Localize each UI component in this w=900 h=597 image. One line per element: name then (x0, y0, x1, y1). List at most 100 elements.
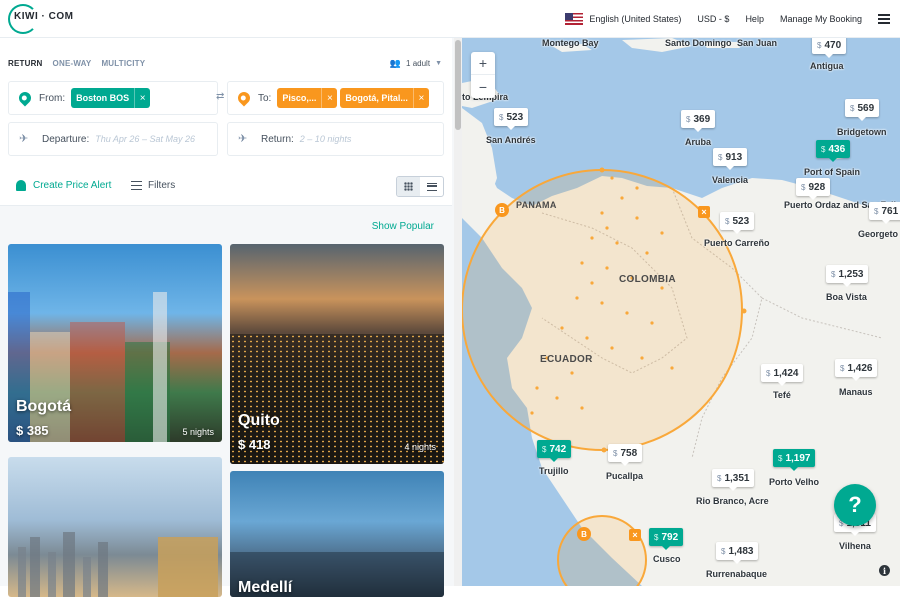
passengers-selector[interactable]: 👥 1 adult ▼ (390, 58, 442, 69)
to-field[interactable]: To: Pisco,... × Bogotá, Pital... × (227, 81, 444, 115)
price-badge[interactable]: $792 (649, 528, 684, 550)
grid-view-button[interactable] (397, 177, 420, 196)
price-badge[interactable]: $761 (869, 202, 900, 224)
scrollbar-thumb[interactable] (455, 40, 461, 130)
destination-card-bogota[interactable]: Bogotá $ 385 5 nights (8, 244, 222, 442)
departure-field[interactable]: ✈ Departure: Thu Apr 26 – Sat May 26 (8, 122, 218, 156)
passengers-label: 1 adult (406, 59, 431, 68)
place-label: Tefé (773, 390, 791, 400)
place-label: Vilhena (839, 541, 871, 551)
card-city: Quito (238, 412, 280, 429)
destination-marker[interactable]: × (698, 206, 710, 218)
from-chip[interactable]: Boston BOS × (71, 88, 151, 108)
country-label: COLOMBIA (619, 274, 676, 285)
price-badge[interactable]: $569 (845, 99, 880, 121)
place-label: Aruba (685, 137, 712, 147)
price-badge[interactable]: $523 (494, 108, 529, 130)
place-label: Antigua (810, 61, 844, 71)
destination-marker[interactable]: × (629, 529, 641, 541)
place-label: Rurrenabaque (706, 569, 768, 579)
price-badge[interactable]: $1,197 (773, 449, 816, 471)
card-city: Medellí (238, 579, 293, 596)
place-label: San Andrés (486, 135, 536, 145)
price-badge[interactable]: $369 (681, 110, 716, 132)
from-label: From: (39, 92, 66, 104)
results-panel: RETURN ONE-WAY MULTICITY 👥 1 adult ▼ Fro… (0, 38, 462, 597)
place-label: Porto Velho (769, 477, 820, 487)
remove-from-chip-icon[interactable]: × (134, 88, 150, 108)
card-price: $ 418 (238, 437, 271, 452)
place-label: Santo Domingo (665, 38, 732, 48)
place-label: Manaus (839, 387, 873, 397)
place-label: San Juan (737, 38, 778, 48)
create-price-alert-button[interactable]: Create Price Alert (16, 180, 111, 191)
tab-return[interactable]: RETURN (8, 59, 43, 68)
tab-multicity[interactable]: MULTICITY (101, 59, 145, 68)
return-value: 2 – 10 nights (299, 134, 352, 144)
tab-one-way[interactable]: ONE-WAY (53, 59, 92, 68)
card-nights: 5 nights (182, 427, 214, 437)
price-badge[interactable]: $1,426 (835, 359, 878, 381)
place-label: Puerto Carreño (704, 238, 770, 248)
origin-marker[interactable]: B (577, 527, 591, 541)
zoom-in-button[interactable]: + (471, 52, 495, 75)
currency-selector[interactable]: USD - $ (697, 14, 729, 24)
results-scrollbar[interactable] (454, 38, 462, 586)
origin-pin-icon (16, 89, 34, 107)
price-badge[interactable]: $1,253 (826, 265, 869, 287)
destination-card-quito[interactable]: Quito $ 418 4 nights (230, 244, 444, 464)
return-label: Return: (261, 133, 294, 145)
place-label: Pucallpa (606, 471, 644, 481)
bell-icon (16, 180, 26, 191)
help-link[interactable]: Help (745, 14, 764, 24)
departure-plane-icon: ✈ (19, 133, 29, 145)
price-alert-label: Create Price Alert (33, 180, 112, 191)
zoom-out-button[interactable]: − (471, 75, 495, 98)
us-flag-icon (565, 13, 584, 25)
origin-marker[interactable]: B (495, 203, 509, 217)
search-form: RETURN ONE-WAY MULTICITY 👥 1 adult ▼ Fro… (0, 38, 452, 206)
price-badge[interactable]: $758 (608, 444, 643, 466)
help-button[interactable]: ? (834, 484, 876, 526)
place-label: Valencia (712, 175, 749, 185)
departure-value: Thu Apr 26 – Sat May 26 (95, 134, 195, 144)
to-chip[interactable]: Pisco,... × (277, 88, 338, 108)
destination-card-medellin[interactable]: Medellí (230, 471, 444, 597)
swap-icon[interactable]: ⇄ (216, 91, 224, 102)
info-icon[interactable]: i (879, 565, 890, 576)
header-nav: English (United States) USD - $ Help Man… (549, 0, 890, 38)
departure-label: Departure: (42, 133, 90, 145)
menu-button[interactable] (878, 14, 890, 24)
logo[interactable]: KIWI · COM (14, 11, 73, 22)
show-popular-link[interactable]: Show Popular (372, 221, 434, 232)
place-label: Boa Vista (826, 292, 867, 302)
country-label: ECUADOR (540, 354, 593, 365)
filters-button[interactable]: Filters (131, 180, 175, 191)
remove-to-chip-icon[interactable]: × (321, 88, 337, 108)
place-label: Cusco (653, 554, 681, 564)
price-badge[interactable]: $742 (537, 440, 572, 462)
to-chip[interactable]: Bogotá, Pital... × (340, 88, 429, 108)
return-field[interactable]: ✈ Return: 2 – 10 nights (227, 122, 444, 156)
price-badge[interactable]: $928 (796, 178, 831, 200)
from-field[interactable]: From: Boston BOS × (8, 81, 218, 115)
language-selector[interactable]: English (United States) (565, 13, 681, 25)
price-badge[interactable]: $1,424 (761, 364, 804, 386)
card-nights: 4 nights (404, 442, 436, 452)
from-chip-label: Boston BOS (76, 93, 130, 103)
price-badge[interactable]: $523 (720, 212, 755, 234)
manage-booking-link[interactable]: Manage My Booking (780, 14, 862, 24)
price-badge[interactable]: $470 (812, 38, 847, 58)
list-view-button[interactable] (420, 177, 443, 196)
price-badge[interactable]: $913 (713, 148, 748, 170)
remove-to-chip-icon[interactable]: × (412, 88, 429, 108)
trip-type-tabs: RETURN ONE-WAY MULTICITY (8, 59, 155, 68)
price-badge[interactable]: $1,483 (716, 542, 759, 564)
hamburger-icon (878, 14, 890, 24)
place-label: Georgeto (858, 229, 899, 239)
zoom-controls: + − (471, 52, 495, 98)
destination-card[interactable] (8, 457, 222, 597)
price-badge[interactable]: $436 (816, 140, 851, 162)
price-badge[interactable]: $1,351 (712, 469, 755, 491)
place-label: Montego Bay (542, 38, 599, 48)
